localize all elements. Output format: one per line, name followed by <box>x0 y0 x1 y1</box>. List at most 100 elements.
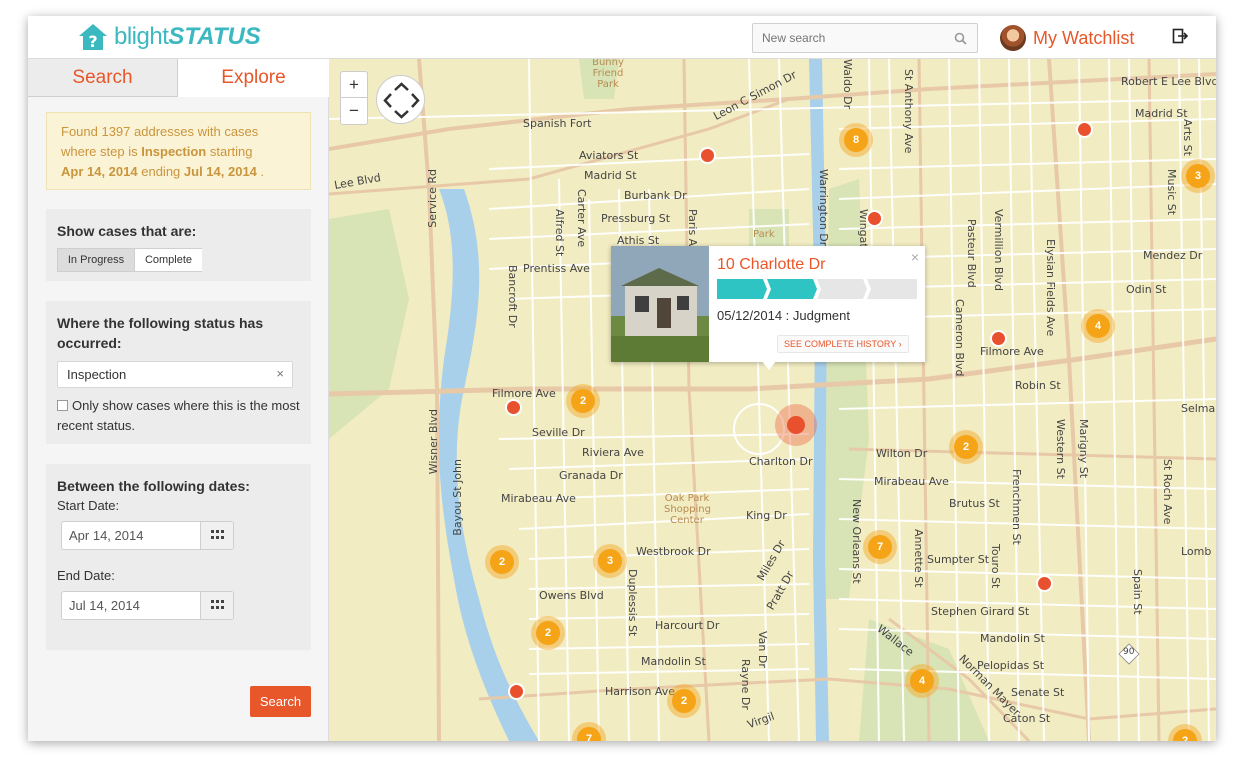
label-western: Western St <box>1054 419 1067 479</box>
cluster-marker[interactable]: 7 <box>863 530 897 564</box>
cluster-count: 2 <box>536 621 560 645</box>
popup-pointer <box>761 360 777 370</box>
label-vermillion: Vermillion Blvd <box>992 209 1005 292</box>
start-calendar-icon[interactable] <box>200 522 233 549</box>
label-lombard: Lomb <box>1181 545 1212 558</box>
cluster-marker[interactable]: 2 <box>485 545 519 579</box>
avatar[interactable] <box>1000 25 1026 51</box>
see-complete-history-button[interactable]: SEE COMPLETE HISTORY › <box>777 335 909 353</box>
label-senate: Senate St <box>1011 686 1065 699</box>
cluster-count: 2 <box>490 550 514 574</box>
toggle-complete[interactable]: Complete <box>134 249 202 271</box>
label-selma: Selma <box>1181 402 1216 415</box>
cluster-count: 2 <box>672 689 696 713</box>
label-harrison: Harrison Ave <box>605 685 676 698</box>
cluster-marker[interactable]: 3 <box>1181 159 1215 193</box>
summary-starting: starting <box>209 144 253 159</box>
pan-control[interactable] <box>376 75 425 124</box>
new-search-input[interactable] <box>753 24 943 52</box>
toggle-in-progress[interactable]: In Progress <box>58 249 134 271</box>
label-stephen-girard: Stephen Girard St <box>931 605 1030 618</box>
zoom-control: + − <box>340 71 368 125</box>
cluster-marker[interactable]: 8 <box>839 123 873 157</box>
search-icon[interactable] <box>954 32 967 45</box>
label-carter: Carter Ave <box>575 189 588 248</box>
cluster-count: 2 <box>1173 729 1197 741</box>
label-granada: Granada Dr <box>559 469 623 482</box>
end-calendar-icon[interactable] <box>200 592 233 619</box>
label-park: Park <box>753 229 775 240</box>
case-marker[interactable] <box>990 330 1007 347</box>
label-st-anthony: St Anthony Ave <box>902 69 915 154</box>
app-window: ? blight STATUS My Watchlist Search Expl… <box>28 16 1216 741</box>
cluster-marker[interactable]: 2 <box>949 430 983 464</box>
most-recent-checkbox[interactable] <box>57 400 68 411</box>
results-summary: Found 1397 addresses with cases where st… <box>46 112 311 190</box>
label-pasteur: Pasteur Blvd <box>965 219 978 288</box>
history-label: SEE COMPLETE HISTORY <box>784 339 897 349</box>
selected-case-marker[interactable] <box>775 404 817 446</box>
watchlist-label[interactable]: My Watchlist <box>1033 28 1134 49</box>
tab-explore[interactable]: Explore <box>178 59 329 97</box>
cluster-marker[interactable]: 4 <box>905 664 939 698</box>
label-new-orleans: New Orleans St <box>850 499 863 584</box>
label-seville: Seville Dr <box>532 426 585 439</box>
label-madrid: Madrid St <box>584 169 637 182</box>
tab-search[interactable]: Search <box>28 59 178 97</box>
zoom-in-button[interactable]: + <box>341 72 367 98</box>
date-range-title: Between the following dates: <box>57 478 250 494</box>
cluster-marker[interactable]: 2 <box>531 616 565 650</box>
clear-status-icon[interactable]: × <box>276 366 284 381</box>
logo-text-blight: blight <box>114 23 169 50</box>
label-annette: Annette St <box>912 529 925 588</box>
label-owens: Owens Blvd <box>539 589 604 602</box>
label-westbrook: Westbrook Dr <box>636 545 711 558</box>
pan-arrows-icon[interactable] <box>377 76 426 125</box>
cluster-marker[interactable]: 2 <box>667 684 701 718</box>
case-marker[interactable] <box>699 147 716 164</box>
case-marker[interactable] <box>1076 121 1093 138</box>
case-marker[interactable] <box>1036 575 1053 592</box>
status-select[interactable]: Inspection × <box>57 361 293 388</box>
end-date-value: Jul 14, 2014 <box>69 598 140 613</box>
label-robert-e-lee: Robert E Lee Blvd <box>1121 75 1216 88</box>
search-button[interactable]: Search <box>250 686 311 717</box>
watchlist-link[interactable]: My Watchlist <box>1000 24 1134 52</box>
case-status-toggle: In Progress Complete <box>57 248 202 272</box>
logo[interactable]: ? blight STATUS <box>78 21 261 53</box>
case-marker[interactable] <box>505 399 522 416</box>
case-marker[interactable] <box>508 683 525 700</box>
cluster-marker[interactable]: 3 <box>593 544 627 578</box>
new-search-field[interactable] <box>752 23 978 53</box>
cluster-count: 3 <box>598 549 622 573</box>
label-st-roch: St Roch Ave <box>1161 459 1174 525</box>
cluster-marker[interactable]: 4 <box>1081 309 1115 343</box>
label-bancroft: Bancroft Dr <box>506 265 519 328</box>
cluster-marker[interactable]: 2 <box>566 384 600 418</box>
label-cameron: Cameron Blvd <box>953 299 966 377</box>
popup-address[interactable]: 10 Charlotte Dr <box>717 256 826 274</box>
start-date-field[interactable]: Apr 14, 2014 <box>61 521 234 550</box>
popup-close-icon[interactable]: × <box>911 249 919 265</box>
label-rayne: Rayne Dr <box>739 659 752 710</box>
most-recent-checkbox-row[interactable]: Only show cases where this is the most r… <box>57 396 300 436</box>
label-sumpter: Sumpter St <box>927 553 990 566</box>
cluster-count: 4 <box>910 669 934 693</box>
label-madrid-east: Madrid St <box>1135 107 1188 120</box>
label-service-rd: Service Rd <box>426 169 439 228</box>
sidebar: Search Explore Found 1397 addresses with… <box>28 59 329 741</box>
logout-icon[interactable] <box>1172 28 1188 44</box>
label-filmore-west: Filmore Ave <box>492 387 556 400</box>
cluster-count: 7 <box>577 727 601 741</box>
end-date-field[interactable]: Jul 14, 2014 <box>61 591 234 620</box>
label-hwy-90: 90 <box>1123 647 1135 657</box>
label-spanish-fort: Spanish Fort <box>523 117 592 130</box>
status-value: Inspection <box>67 367 127 382</box>
zoom-out-button[interactable]: − <box>341 98 367 124</box>
case-marker[interactable] <box>866 210 883 227</box>
map[interactable]: Spanish Fort Aviators St Madrid St Burba… <box>329 59 1216 741</box>
summary-ending: ending <box>141 164 181 179</box>
map-base <box>329 59 1216 741</box>
label-mirabeau-east: Mirabeau Ave <box>874 475 949 488</box>
end-date-label: End Date: <box>57 568 115 583</box>
